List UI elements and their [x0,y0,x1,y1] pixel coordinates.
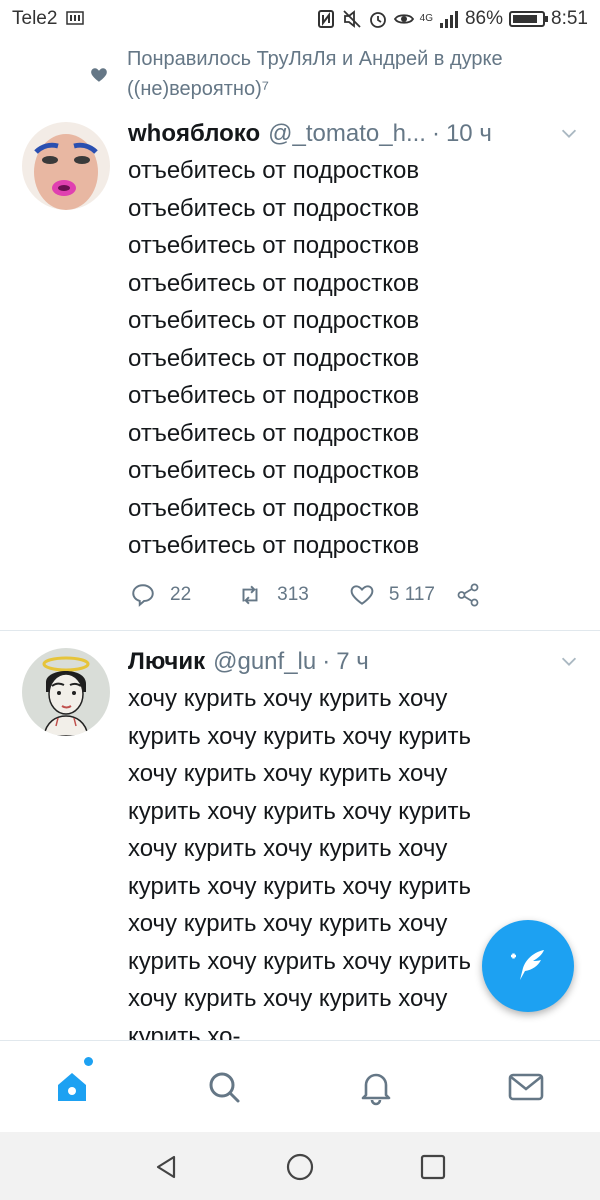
reply-icon [132,584,154,607]
tweet-line: курить хо- [128,1022,241,1043]
tweet-line: отъебитесь от подростков [128,344,420,372]
retweet-count: 313 [277,584,309,605]
tweet-line: хочу курить хочу курить хочу [128,910,448,937]
tweet-line: отъебитесь от подростков [128,382,420,409]
tweet-line: хочу курить хочу курить хочу [128,685,448,712]
home-icon [58,1073,86,1101]
tweet-line: курить хочу курить хочу курить [128,797,472,825]
tweet-line: курить хочу курить хочу курить [128,722,472,750]
tweet-line: хочу курить хочу курить хочу [128,835,448,862]
timestamp[interactable]: 7 ч [336,648,369,676]
tweet[interactable]: whoяблоко @_tomato_h... · 10 ч отъебитес… [0,108,600,628]
avatar[interactable] [22,122,110,210]
tab-notifications[interactable] [356,1067,396,1107]
status-bar: Tele2 4G 86% 8:51 [0,0,600,40]
share-button[interactable] [455,582,481,608]
avatar-image [22,122,110,210]
battery-percent: 86% [464,8,504,29]
tweet-line: отъебитесь от подростков [128,494,420,522]
tweet-actions: 22 313 5 117 [130,580,481,610]
like-count: 5 117 [388,584,435,605]
tweet-header: whoяблоко @_tomato_h... · 10 ч [128,118,580,150]
timestamp[interactable]: 10 ч [446,120,492,148]
battery-icon [509,11,549,27]
back-icon [156,1155,176,1179]
retweet-button[interactable]: 313 [237,582,309,608]
display-name[interactable]: whoяблоко [128,120,260,148]
tweet-text: хочу курить хочу курить хочу курить хочу… [128,680,548,1042]
tweet-line: курить хочу курить хочу курить [128,872,472,900]
separator-dot: · [431,120,440,147]
tweet-line: отъебитесь от подростков [128,457,420,484]
user-handle[interactable]: @gunf_lu [213,648,316,676]
display-name[interactable]: Лючик [128,648,205,676]
home-button[interactable] [285,1152,315,1182]
tweet-line: хочу курить хочу курить хочу [128,985,448,1012]
sim-icon [65,11,84,25]
avatar-image [22,648,110,736]
battery-fill [513,15,538,23]
home-circle-icon [286,1153,314,1181]
messages-icon [508,1073,544,1101]
separator-dot: · [322,648,331,675]
avatar[interactable] [22,648,110,736]
chevron-down-icon[interactable] [558,122,580,144]
tweet-line: хочу курить хочу курить хочу [128,760,448,787]
like-button[interactable]: 5 117 [349,582,435,608]
share-icon [457,583,479,607]
tweet-line: отъебитесь от подростков [128,419,420,447]
tab-home[interactable] [52,1067,92,1107]
clock: 8:51 [551,8,588,29]
compose-tweet-button[interactable] [482,920,574,1012]
search-icon [209,1072,240,1103]
tweet-text: отъебитесь от подростков отъебитесь от п… [128,152,548,565]
notifications-icon [361,1073,391,1106]
tab-search[interactable] [204,1067,244,1107]
tweet-header: Лючик @gunf_lu · 7 ч [128,646,580,678]
signal-icon [439,11,458,28]
new-content-dot [84,1057,93,1066]
like-icon [350,585,374,605]
compose-feather-icon [511,950,544,980]
recents-button[interactable] [418,1152,448,1182]
reply-button[interactable]: 22 [130,582,191,608]
mute-icon [343,10,361,28]
user-handle[interactable]: @_tomato_h... [268,120,426,148]
tweet-line: отъебитесь от подростков [128,194,420,222]
eye-icon [393,14,414,24]
recents-icon [420,1154,446,1180]
carrier-name: Tele2 [12,8,58,29]
tweet-divider [0,630,600,631]
system-navigation-bar [0,1132,600,1200]
nfc-icon [317,10,334,28]
status-icons: 4G 86% 8:51 [316,8,588,30]
network-type: 4G [419,13,433,24]
back-button[interactable] [152,1152,182,1182]
tab-messages[interactable] [506,1067,546,1107]
heart-icon [91,68,107,82]
tweet-line: отъебитесь от подростков [128,532,420,559]
tweet-line: отъебитесь от подростков [128,307,420,334]
social-context-text: Понравилось ТруЛяЛя и Андрей в дурке ((н… [127,48,503,100]
bottom-tab-bar [0,1040,600,1132]
tweet-line: отъебитесь от подростков [128,232,420,259]
social-context[interactable]: Понравилось ТруЛяЛя и Андрей в дурке ((н… [0,40,600,108]
carrier: Tele2 [12,8,84,30]
alarm-icon [369,12,386,28]
reply-count: 22 [170,584,192,605]
tweet-line: отъебитесь от подростков [128,269,420,297]
chevron-down-icon[interactable] [558,650,580,672]
tweet-line: отъебитесь от подростков [128,157,420,184]
retweet-icon [242,585,258,605]
